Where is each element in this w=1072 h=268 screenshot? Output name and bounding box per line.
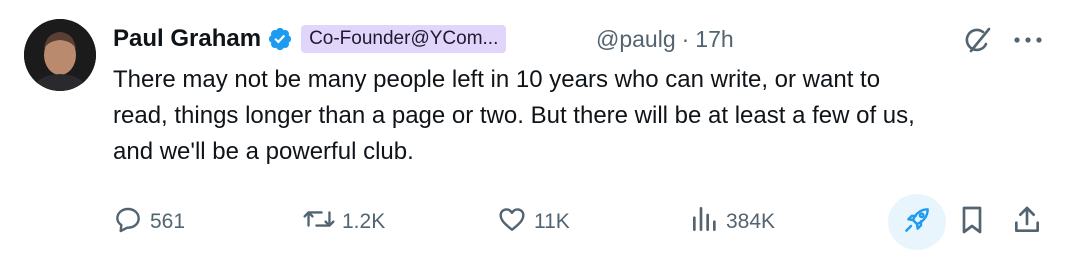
tweet-header: Paul Graham Co-Founder@YCom... <box>113 19 507 59</box>
author-name[interactable]: Paul Graham <box>113 25 261 53</box>
repost-icon <box>302 203 342 241</box>
grok-icon[interactable] <box>960 22 996 58</box>
share-button[interactable] <box>1010 194 1044 250</box>
reply-button[interactable]: 561 <box>112 194 185 250</box>
author-handle[interactable]: @paulg <box>596 26 676 53</box>
dot-separator: · <box>681 25 690 52</box>
share-icon <box>1012 204 1042 241</box>
views-count: 384K <box>726 210 776 233</box>
avatar[interactable] <box>24 19 96 91</box>
tweet-text-line: read, things longer than a page or two. … <box>113 102 915 129</box>
views-button[interactable]: 384K <box>690 194 775 250</box>
tweet-text-line: There may not be many people left in 10 … <box>113 66 881 93</box>
boost-button[interactable] <box>888 194 946 250</box>
tweet-text: There may not be many people left in 10 … <box>113 62 1043 170</box>
verified-badge-icon[interactable] <box>267 26 293 52</box>
tweet[interactable]: Paul Graham Co-Founder@YCom... @paulg · … <box>0 0 1072 268</box>
like-icon <box>496 203 534 241</box>
avatar-image <box>24 19 96 91</box>
bookmark-button[interactable] <box>955 194 989 250</box>
author-handle-row: @paulg · 17h <box>596 19 734 59</box>
reply-icon <box>112 203 150 241</box>
tweet-text-line: and we'll be a powerful club. <box>113 138 414 165</box>
affiliation-badge[interactable]: Co-Founder@YCom... <box>301 25 507 53</box>
bookmark-icon <box>957 204 987 241</box>
like-button[interactable]: 11K <box>496 194 570 250</box>
more-icon[interactable] <box>1008 22 1048 58</box>
tweet-actions: 561 1.2K 11K 384K <box>0 194 1072 250</box>
views-icon <box>690 203 726 241</box>
reply-count: 561 <box>150 210 186 233</box>
like-count: 11K <box>534 210 570 233</box>
repost-button[interactable]: 1.2K <box>302 194 385 250</box>
repost-count: 1.2K <box>342 210 386 233</box>
timestamp[interactable]: 17h <box>695 26 733 53</box>
boost-icon <box>901 204 933 241</box>
